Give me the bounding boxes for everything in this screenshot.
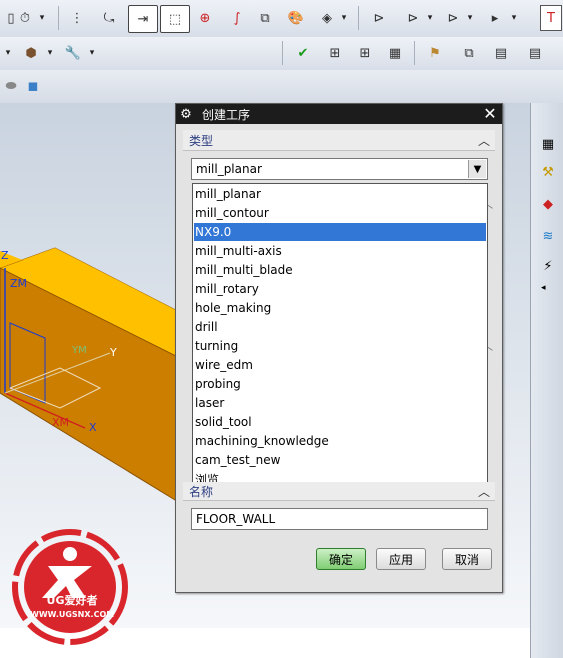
dropdown-option[interactable]: mill_multi-axis bbox=[194, 242, 486, 260]
palette-icon[interactable]: 🎨 bbox=[285, 7, 307, 29]
pattern-icon[interactable]: ⤿ bbox=[98, 7, 120, 29]
chevron-down-icon[interactable]: ▾ bbox=[426, 7, 434, 29]
create-operation-dialog: ⚙ 创建工序 ✕ 类型 ︿ mill_planar ▼ ︿ ︿ mill_pla… bbox=[175, 103, 503, 593]
geometry-view-icon[interactable]: ⊞ bbox=[354, 42, 376, 64]
separator bbox=[358, 6, 359, 30]
box-select-icon[interactable]: ⬚ bbox=[160, 5, 190, 33]
resource-bar: ▦ ⚒ ◆ ≋ ⚡ ◂ bbox=[530, 103, 563, 658]
create-operation-icon[interactable]: ⚡ bbox=[537, 255, 559, 277]
gear-icon[interactable]: ⚙ bbox=[176, 107, 196, 122]
type-dropdown[interactable]: mill_planar ▼ bbox=[191, 158, 488, 180]
solid-shape-icon[interactable]: ⬬ bbox=[0, 75, 22, 97]
operation-list-icon[interactable]: ▸ bbox=[484, 7, 506, 29]
type-dropdown-value: mill_planar bbox=[196, 162, 262, 176]
separator bbox=[58, 6, 59, 30]
type-section-label: 类型 bbox=[189, 133, 214, 148]
layout-icon[interactable]: ⧉ bbox=[458, 42, 480, 64]
assembly-icon[interactable]: ⬢ bbox=[20, 42, 42, 64]
dropdown-option[interactable]: NX9.0 bbox=[194, 223, 486, 241]
generate-tool-path-icon[interactable]: ⊞ bbox=[324, 42, 346, 64]
logo-brand: UG爱好者 bbox=[46, 594, 98, 607]
dropdown-option[interactable]: solid_tool bbox=[194, 413, 486, 431]
watermark-logo: UG爱好者 WWW.UGSNX.COM bbox=[10, 528, 130, 646]
axis-x-label: X bbox=[89, 421, 97, 434]
target-icon[interactable]: ⊕ bbox=[194, 7, 216, 29]
spline-icon[interactable]: ∫ bbox=[226, 7, 248, 29]
dropdown-option[interactable]: wire_edm bbox=[194, 356, 486, 374]
logo-url: WWW.UGSNX.COM bbox=[30, 610, 115, 619]
expand-arrow-icon[interactable]: ◂ bbox=[541, 283, 546, 293]
name-section-label: 名称 bbox=[189, 484, 214, 499]
name-section-header[interactable]: 名称 ︿ bbox=[183, 482, 495, 501]
chevron-down-icon[interactable]: ▾ bbox=[88, 42, 96, 64]
section-select-icon[interactable]: ⇥ bbox=[128, 5, 158, 33]
chevron-down-icon[interactable]: ▾ bbox=[46, 42, 54, 64]
operation-move-icon[interactable]: ⊳ bbox=[368, 7, 390, 29]
dropdown-option[interactable]: mill_rotary bbox=[194, 280, 486, 298]
collapse-icon[interactable]: ︿ bbox=[477, 132, 491, 149]
window-icon[interactable]: T bbox=[540, 5, 562, 31]
create-tool-icon[interactable]: ⚒ bbox=[537, 161, 559, 183]
apply-button[interactable]: 应用 bbox=[376, 548, 426, 570]
dropdown-option[interactable]: mill_multi_blade bbox=[194, 261, 486, 279]
close-icon[interactable]: ✕ bbox=[482, 104, 498, 123]
dropdown-option[interactable]: probing bbox=[194, 375, 486, 393]
dialog-title: 创建工序 bbox=[202, 107, 251, 122]
tertiary-toolbar: ⬬ ◼ bbox=[0, 70, 563, 104]
flag-icon[interactable]: ⚑ bbox=[424, 42, 446, 64]
axis-y-label: Y bbox=[110, 346, 117, 359]
create-geometry-icon[interactable]: ◆ bbox=[537, 193, 559, 215]
axis-z-label: Z bbox=[1, 249, 9, 262]
dropdown-option[interactable]: laser bbox=[194, 394, 486, 412]
name-field[interactable]: FLOOR_WALL bbox=[191, 508, 488, 530]
type-section-header[interactable]: 类型 ︿ bbox=[183, 130, 495, 151]
dropdown-option[interactable]: hole_making bbox=[194, 299, 486, 317]
dropdown-option[interactable]: machining_knowledge bbox=[194, 432, 486, 450]
chevron-down-icon[interactable]: ▾ bbox=[340, 7, 348, 29]
cancel-button[interactable]: 取消 bbox=[442, 548, 492, 570]
chevron-down-icon[interactable]: ▼ bbox=[468, 160, 486, 178]
type-dropdown-list: mill_planar mill_contour NX9.0 mill_multi-a… bbox=[192, 183, 488, 489]
document-icon[interactable]: ▤ bbox=[490, 42, 512, 64]
ok-button[interactable]: 确定 bbox=[316, 548, 366, 570]
verify-icon[interactable]: ✔ bbox=[292, 42, 314, 64]
axis-zm-label: ZM bbox=[10, 277, 28, 290]
dropdown-option[interactable]: cam_test_new bbox=[194, 451, 486, 469]
create-method-icon[interactable]: ≋ bbox=[537, 225, 559, 247]
view-fit-icon[interactable]: ⧉ bbox=[254, 7, 276, 29]
chevron-down-icon[interactable]: ▾ bbox=[510, 7, 518, 29]
cube-icon[interactable]: ◼ bbox=[22, 75, 44, 97]
separator bbox=[282, 41, 283, 65]
secondary-toolbar: ▾ ⬢ ▾ 🔧 ▾ ✔ ⊞ ⊞ ▦ ⚑ ⧉ ▤ ▤ bbox=[0, 37, 563, 71]
dropdown-option[interactable]: turning bbox=[194, 337, 486, 355]
chevron-down-icon[interactable]: ▾ bbox=[466, 7, 474, 29]
chevron-down-icon[interactable]: ▾ bbox=[4, 42, 12, 64]
wrench-icon[interactable]: 🔧 bbox=[62, 42, 84, 64]
chevron-down-icon[interactable]: ▾ bbox=[38, 7, 46, 29]
axis-xm-label: XM bbox=[52, 416, 70, 429]
report-icon[interactable]: ▤ bbox=[524, 42, 546, 64]
dropdown-option[interactable]: drill bbox=[194, 318, 486, 336]
operation-process-icon[interactable]: ⊳ bbox=[402, 7, 424, 29]
main-toolbar: ▯ ⏱ ▾ ⋮ ⤿ ⇥ ⬚ ⊕ ∫ ⧉ 🎨 ◈ ▾ ⊳ ⊳ ▾ ⊳ ▾ ▸ ▾ … bbox=[0, 0, 563, 38]
shading-icon[interactable]: ◈ bbox=[316, 7, 338, 29]
dropdown-option[interactable]: mill_contour bbox=[194, 204, 486, 222]
filter-icon[interactable]: ⋮ bbox=[66, 7, 88, 29]
separator bbox=[414, 41, 415, 65]
dropdown-option[interactable]: mill_planar bbox=[194, 185, 486, 203]
axis-ym-label: YM bbox=[72, 345, 87, 356]
collapse-icon[interactable]: ︿ bbox=[477, 483, 491, 500]
dialog-title-bar[interactable]: ⚙ 创建工序 ✕ bbox=[176, 104, 502, 124]
operation-generate-icon[interactable]: ⊳ bbox=[442, 7, 464, 29]
tool-list-icon[interactable]: ▦ bbox=[384, 42, 406, 64]
layer-settings-icon[interactable]: ⏱ bbox=[14, 7, 36, 29]
create-program-icon[interactable]: ▦ bbox=[537, 133, 559, 155]
